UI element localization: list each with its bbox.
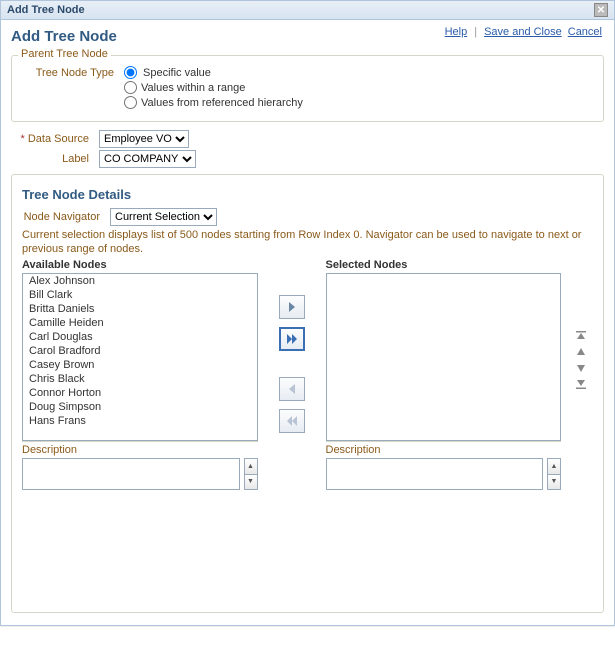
dialog-titlebar: Add Tree Node ✕ [1,1,614,20]
label-select[interactable]: CO COMPANY [99,150,196,168]
available-column: Available Nodes Alex JohnsonBill ClarkBr… [22,259,258,490]
radio-values-range[interactable] [124,81,137,94]
move-top-icon[interactable] [573,329,589,343]
selected-nodes-list[interactable] [326,273,562,441]
stepper-up-icon[interactable]: ▲ [245,459,257,474]
dialog: Add Tree Node ✕ Add Tree Node Help | Sav… [0,0,615,626]
reorder-buttons [569,259,593,391]
stepper-down-icon[interactable]: ▼ [548,474,560,489]
stepper-down-icon[interactable]: ▼ [245,474,257,489]
action-bar: Help | Save and Close Cancel [443,26,604,38]
available-nodes-list[interactable]: Alex JohnsonBill ClarkBritta DanielsCami… [22,273,258,441]
help-link[interactable]: Help [443,26,470,38]
selected-description-stepper[interactable]: ▲ ▼ [547,458,561,490]
move-all-left-button[interactable] [279,409,305,433]
move-down-icon[interactable] [573,361,589,375]
navigator-hint: Current selection displays list of 500 n… [22,228,593,257]
radio-referenced-hierarchy[interactable] [124,96,137,109]
shuttle: Available Nodes Alex JohnsonBill ClarkBr… [22,259,593,490]
parent-tree-node-section: Parent Tree Node Tree Node Type Specific… [11,55,604,122]
save-and-close-button[interactable]: Save and Close [482,26,564,38]
node-navigator-label: Node Navigator [4,211,104,223]
selected-description-label: Description [326,441,562,456]
selected-description-area[interactable] [326,458,544,490]
node-navigator-select[interactable]: Current Selection [110,208,217,226]
data-source-select[interactable]: Employee VO [99,130,189,148]
list-item[interactable]: Doug Simpson [23,400,257,414]
list-item[interactable]: Bill Clark [23,288,257,302]
close-icon[interactable]: ✕ [594,3,608,17]
stepper-up-icon[interactable]: ▲ [548,459,560,474]
list-item[interactable]: Chris Black [23,372,257,386]
available-nodes-label: Available Nodes [22,259,258,271]
details-title: Tree Node Details [22,187,593,202]
radio-specific-value[interactable] [124,66,137,79]
selected-column: Selected Nodes Description ▲ ▼ [326,259,562,490]
list-item[interactable]: Britta Daniels [23,302,257,316]
shuttle-buttons [266,259,318,433]
list-item[interactable]: Camille Heiden [23,316,257,330]
page-title: Add Tree Node [11,26,117,49]
move-all-right-button[interactable] [279,327,305,351]
list-item[interactable]: Hans Frans [23,414,257,428]
move-up-icon[interactable] [573,345,589,359]
list-item[interactable]: Carol Bradford [23,344,257,358]
list-item[interactable]: Alex Johnson [23,274,257,288]
tree-node-type-label: Tree Node Type [22,67,118,79]
selected-nodes-label: Selected Nodes [326,259,562,271]
available-description-area[interactable] [22,458,240,490]
available-description-label: Description [22,441,258,456]
tree-node-details-section: Tree Node Details Node Navigator Current… [11,174,604,613]
radio-specific-value-label: Specific value [143,67,211,79]
parent-legend: Parent Tree Node [18,48,111,60]
label-field-label: Label [0,153,93,165]
move-left-button[interactable] [279,377,305,401]
move-right-button[interactable] [279,295,305,319]
dialog-title: Add Tree Node [7,4,85,16]
move-bottom-icon[interactable] [573,377,589,391]
list-item[interactable]: Connor Horton [23,386,257,400]
list-item[interactable]: Casey Brown [23,358,257,372]
list-item[interactable]: Carl Douglas [23,330,257,344]
cancel-button[interactable]: Cancel [566,26,604,38]
radio-values-range-label: Values within a range [141,82,245,94]
available-description-stepper[interactable]: ▲ ▼ [244,458,258,490]
data-source-label: * Data Source [0,133,93,145]
radio-referenced-hierarchy-label: Values from referenced hierarchy [141,97,303,109]
